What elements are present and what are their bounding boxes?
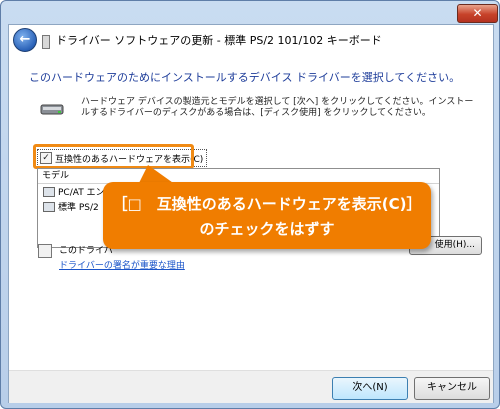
hardware-icon [40, 104, 64, 115]
page-heading: このハードウェアのためにインストールするデバイス ドライバーを選択してください。 [29, 71, 461, 84]
keyboard-icon [43, 186, 55, 197]
callout-line-2: のチェックをはずす [199, 220, 335, 238]
title-bar: ← ドライバー ソフトウェアの更新 - 標準 PS/2 101/102 キーボー… [9, 25, 493, 55]
driver-signature-icon [38, 244, 52, 258]
back-arrow-icon[interactable]: ← [13, 28, 37, 52]
close-button[interactable]: ✕ [457, 4, 498, 23]
signature-info-link[interactable]: ドライバーの署名が重要な理由 [59, 258, 185, 271]
callout-line-1: ［□ 互換性のあるハードウェアを表示(C)］ [112, 195, 422, 213]
device-icon [42, 35, 50, 49]
dialog-footer: 次へ(N) キャンセル [9, 370, 493, 403]
next-button[interactable]: 次へ(N) [332, 377, 408, 400]
instructions-text: ハードウェア デバイスの製造元とモデルを選択して [次へ] をクリックしてくださ… [81, 97, 474, 118]
instruction-callout: ［□ 互換性のあるハードウェアを表示(C)］ のチェックをはずす [103, 182, 431, 249]
dialog-window: ✕ ← ドライバー ソフトウェアの更新 - 標準 PS/2 101/102 キー… [0, 0, 500, 409]
keyboard-icon [43, 201, 55, 212]
cancel-button[interactable]: キャンセル [414, 377, 490, 400]
list-item-label: PC/AT エン [58, 188, 105, 198]
list-item-label: 標準 PS/2 [58, 203, 99, 213]
window-title: ドライバー ソフトウェアの更新 - 標準 PS/2 101/102 キーボード [56, 34, 382, 47]
